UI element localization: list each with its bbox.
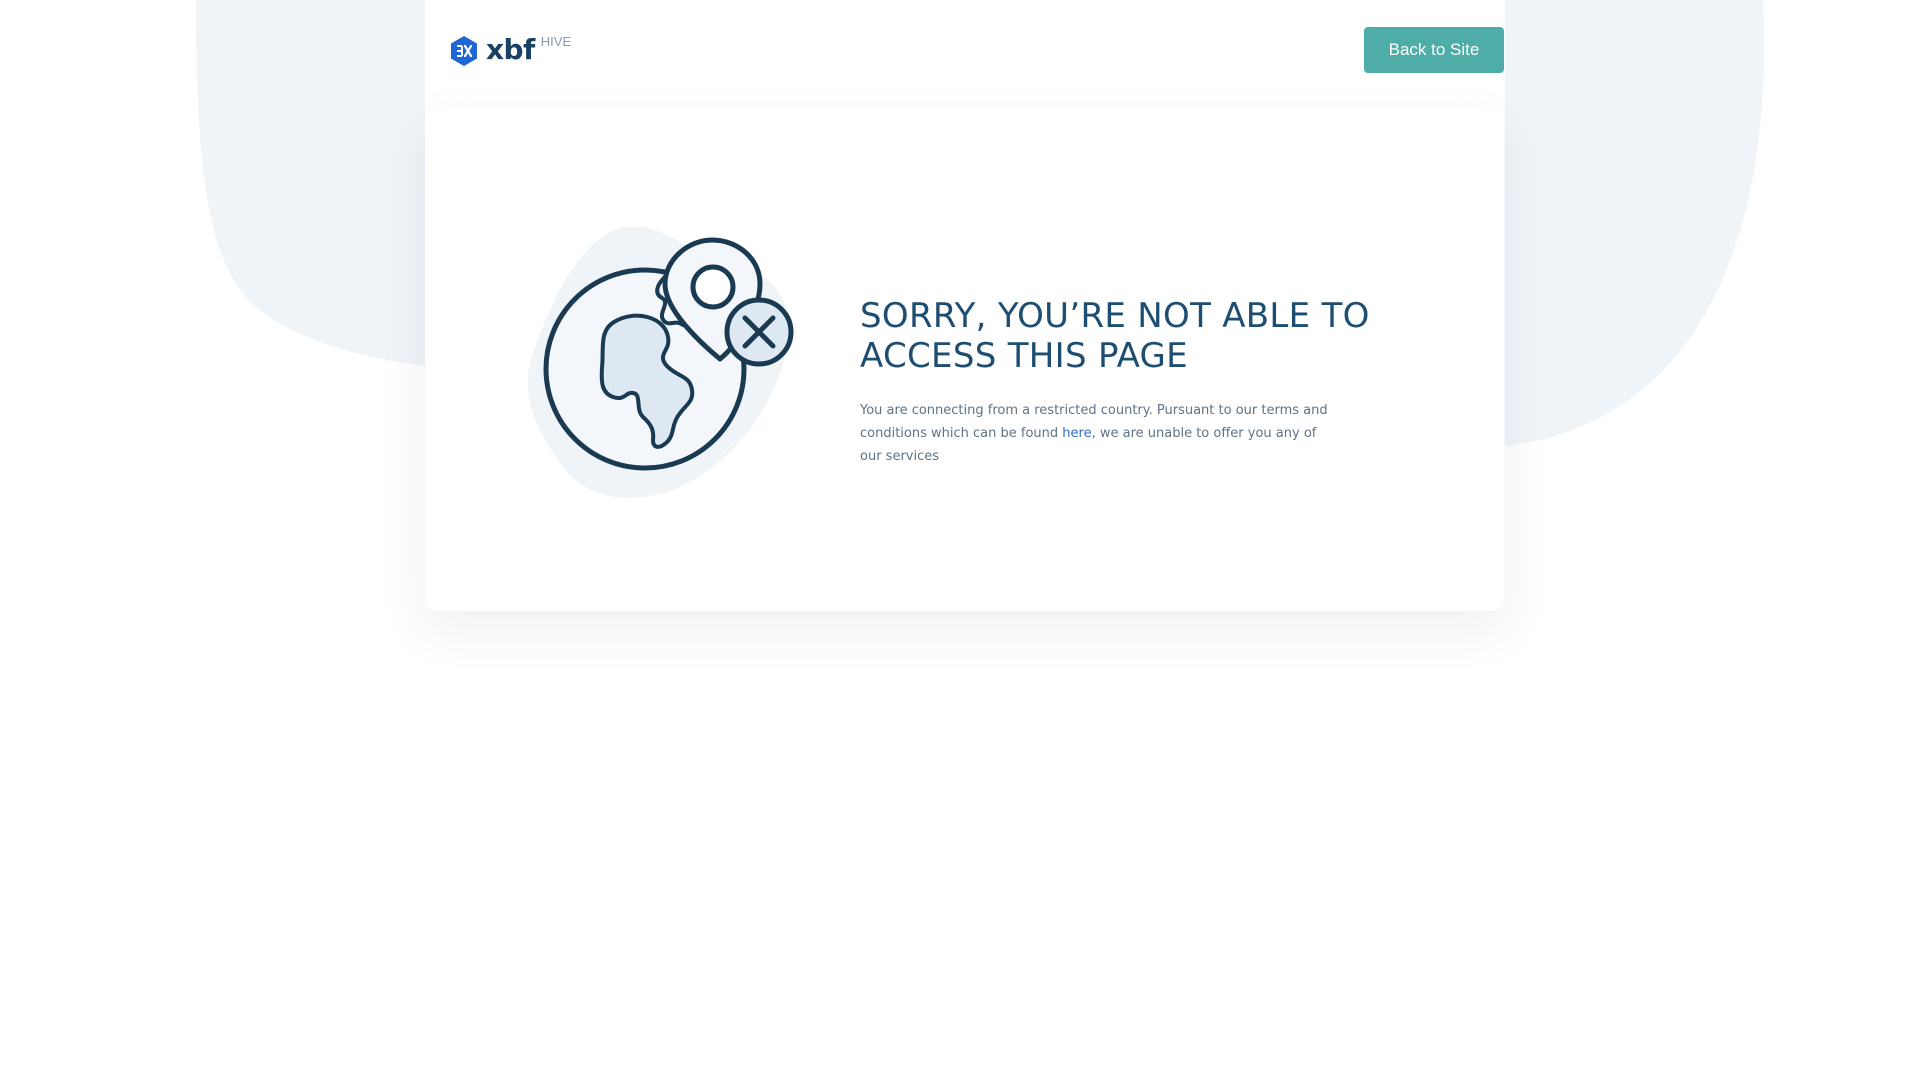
page: xbf HIVE Back to Site SORRY, YOU’RE NOT <box>0 0 1920 1080</box>
logo[interactable]: xbf HIVE <box>451 35 571 66</box>
logo-text: xbf <box>486 33 535 66</box>
restricted-location-illustration <box>527 227 794 498</box>
close-circle-icon <box>724 297 794 367</box>
header: xbf HIVE Back to Site <box>425 27 1504 75</box>
xbf-logo-icon <box>451 36 477 66</box>
message-content: SORRY, YOU’RE NOT ABLE TO ACCESS THIS PA… <box>860 296 1420 468</box>
terms-link[interactable]: here <box>1062 426 1091 441</box>
error-title: SORRY, YOU’RE NOT ABLE TO ACCESS THIS PA… <box>860 296 1370 376</box>
logo-subtitle: HIVE <box>540 34 572 49</box>
error-card: SORRY, YOU’RE NOT ABLE TO ACCESS THIS PA… <box>425 109 1504 611</box>
back-to-site-button[interactable]: Back to Site <box>1364 27 1504 73</box>
error-description: You are connecting from a restricted cou… <box>860 399 1330 468</box>
